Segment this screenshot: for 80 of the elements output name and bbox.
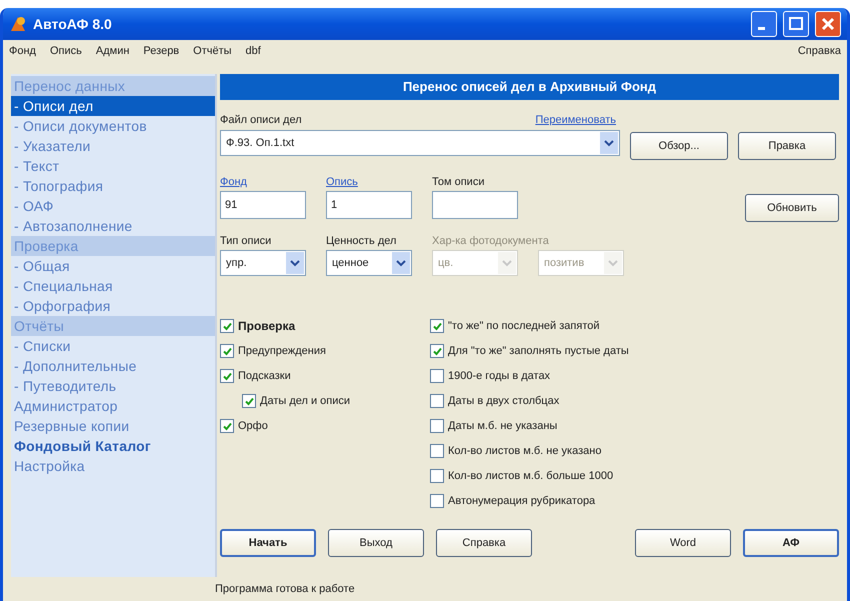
menu-item[interactable]: Резерв	[143, 45, 180, 57]
sidebar-item[interactable]: - Указатели	[11, 136, 215, 156]
action-button[interactable]: Справка	[436, 529, 532, 557]
field-label: Фонд	[220, 176, 248, 188]
menu-item[interactable]: Справка	[798, 45, 841, 57]
dropdown[interactable]: ценное	[326, 250, 412, 276]
checkbox[interactable]	[430, 469, 444, 483]
checkbox-label: Даты в двух столбцах	[448, 395, 560, 407]
close-button[interactable]	[815, 11, 841, 37]
sidebar-item[interactable]: Фондовый Каталог	[11, 436, 215, 456]
field-label: Файл описи дел	[220, 114, 302, 126]
field-label: Том описи	[432, 176, 486, 188]
menu-item[interactable]: Опись	[50, 45, 82, 57]
menu-item[interactable]: dbf	[246, 45, 261, 57]
sidebar-item[interactable]: Резервные копии	[11, 416, 215, 436]
checkbox[interactable]	[220, 319, 234, 333]
file-combo[interactable]: Ф.93. Оп.1.txt	[220, 130, 620, 156]
checkbox-label: Орфо	[238, 420, 268, 432]
checkbox[interactable]	[430, 319, 444, 333]
sidebar-item[interactable]: - Дополнительные	[11, 356, 215, 376]
checkbox[interactable]	[430, 369, 444, 383]
field-label: Хар-ка фотодокумента	[432, 235, 549, 247]
sidebar-item[interactable]: Администратор	[11, 396, 215, 416]
checkbox-label: Кол-во листов м.б. не указано	[448, 445, 602, 457]
checkbox[interactable]	[430, 419, 444, 433]
checkbox-label: Автонумерация рубрикатора	[448, 495, 596, 507]
field-label: Тип описи	[220, 235, 272, 247]
window-title: АвтоАФ 8.0	[33, 16, 112, 32]
form-button[interactable]: Обзор...	[630, 132, 728, 160]
checkbox[interactable]	[220, 344, 234, 358]
sidebar-item[interactable]: - Описи дел	[11, 96, 215, 116]
checkbox-label: Подсказки	[238, 370, 291, 382]
minimize-button[interactable]	[751, 11, 777, 37]
sidebar-item[interactable]: - Текст	[11, 156, 215, 176]
sidebar-item[interactable]: - Топография	[11, 176, 215, 196]
action-button[interactable]: Начать	[220, 529, 316, 557]
action-button[interactable]: Word	[635, 529, 731, 557]
text-field[interactable]	[432, 191, 518, 219]
sidebar-item[interactable]: - Общая	[11, 256, 215, 276]
refresh-button[interactable]: Обновить	[745, 194, 839, 222]
form-button[interactable]: Правка	[738, 132, 836, 160]
app-icon	[9, 15, 27, 33]
sidebar-item[interactable]: - Специальная	[11, 276, 215, 296]
checkbox[interactable]	[430, 394, 444, 408]
sidebar-item[interactable]: - Автозаполнение	[11, 216, 215, 236]
checkbox[interactable]	[242, 394, 256, 408]
text-field[interactable]: 1	[326, 191, 412, 219]
action-button[interactable]: Выход	[328, 529, 424, 557]
minimize-icon	[758, 27, 765, 30]
checkbox[interactable]	[430, 344, 444, 358]
panel-header: Перенос описей дел в Архивный Фонд	[220, 74, 839, 100]
menu-item[interactable]: Админ	[96, 45, 130, 57]
checkbox-label: Проверка	[238, 319, 296, 333]
dropdown[interactable]: упр.	[220, 250, 306, 276]
checkbox-label: 1900-е годы в датах	[448, 370, 550, 382]
menu-item[interactable]: Фонд	[9, 45, 36, 57]
checkbox[interactable]	[430, 444, 444, 458]
checkbox-label: Кол-во листов м.б. больше 1000	[448, 470, 614, 482]
status-text: Программа готова к работе	[215, 583, 355, 595]
sidebar-item[interactable]: Настройка	[11, 456, 215, 476]
maximize-button[interactable]	[783, 11, 809, 37]
sidebar-item[interactable]: - Орфография	[11, 296, 215, 316]
field-label: Опись	[326, 176, 359, 188]
checkbox-label: Даты м.б. не указаны	[448, 420, 558, 432]
checkbox[interactable]	[220, 369, 234, 383]
rename-link[interactable]: Переименовать	[535, 114, 616, 126]
checkbox[interactable]	[430, 494, 444, 508]
sidebar-item[interactable]: - Описи документов	[11, 116, 215, 136]
checkbox-label: "то же" по последней запятой	[448, 320, 600, 332]
sidebar-item[interactable]: - Списки	[11, 336, 215, 356]
checkbox-label: Даты дел и описи	[260, 395, 350, 407]
checkbox[interactable]	[220, 419, 234, 433]
checkbox-label: Для "то же" заполнять пустые даты	[448, 345, 629, 357]
menu-item[interactable]: Отчёты	[193, 45, 232, 57]
sidebar-item[interactable]: - ОАФ	[11, 196, 215, 216]
field-label: Ценность дел	[326, 235, 396, 247]
action-button[interactable]: АФ	[743, 529, 839, 557]
text-field[interactable]: 91	[220, 191, 306, 219]
sidebar-item[interactable]: - Путеводитель	[11, 376, 215, 396]
checkbox-label: Предупреждения	[238, 345, 326, 357]
